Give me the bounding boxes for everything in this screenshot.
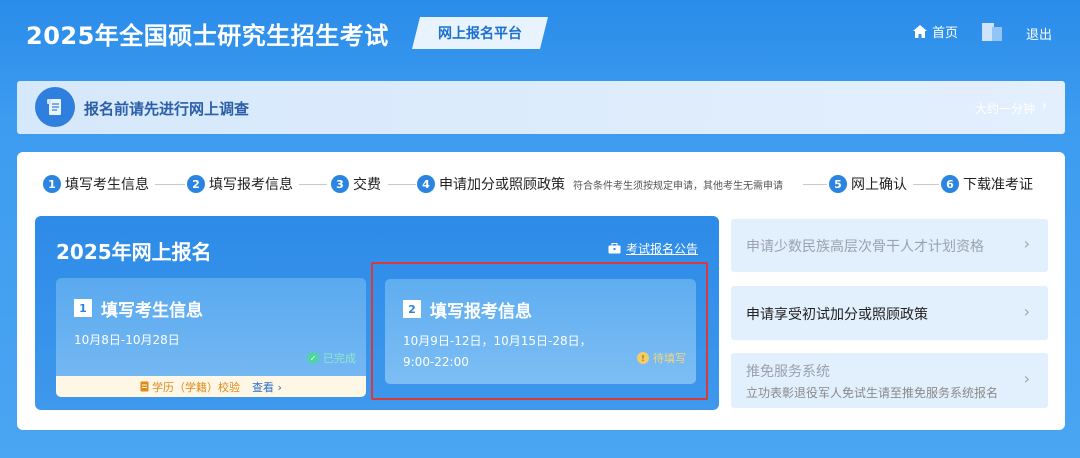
- registration-title: 2025年网上报名: [56, 240, 212, 264]
- card-date: 10月9日-12日，10月15日-28日， 9:00-22:00: [403, 331, 592, 373]
- status-text: 已完成: [323, 352, 356, 365]
- card-number: 1: [74, 299, 92, 317]
- side-item-title: 申请享受初试加分或照顾政策: [746, 307, 928, 323]
- step-number: 5: [829, 175, 847, 193]
- step-connector: [155, 184, 185, 185]
- home-link-label: 首页: [932, 26, 959, 41]
- exclamation-circle-icon: !: [637, 352, 649, 364]
- card-title: 填写考生信息: [101, 301, 203, 321]
- step-number: 3: [331, 175, 349, 193]
- exam-notice-label: 考试报名公告: [625, 242, 698, 256]
- step-1: 1 填写考生信息: [43, 174, 149, 194]
- status-badge: ✓ 已完成: [307, 350, 356, 366]
- survey-text: 报名前请先进行网上调查: [84, 100, 250, 118]
- status-text: 待填写: [653, 352, 686, 365]
- step-label: 申请加分或照顾政策: [439, 177, 565, 193]
- step-card-application-info[interactable]: 2 填写报考信息 10月9日-12日，10月15日-28日， 9:00-22:0…: [385, 279, 696, 384]
- user-avatar[interactable]: [982, 23, 1002, 41]
- step-label: 填写考生信息: [65, 177, 149, 193]
- step-5: 5 网上确认: [829, 174, 907, 194]
- chevron-right-icon: ›: [1041, 98, 1047, 114]
- step-number: 4: [417, 175, 435, 193]
- side-item-subtitle: 立功表彰退役军人免试生请至推免服务系统报名: [746, 386, 999, 400]
- step-label: 下载准考证: [963, 177, 1033, 193]
- check-circle-icon: ✓: [307, 352, 319, 364]
- chevron-right-icon: ›: [1023, 302, 1030, 321]
- step-number: 2: [187, 175, 205, 193]
- step-label: 网上确认: [851, 177, 907, 193]
- platform-tag-label: 网上报名平台: [438, 26, 522, 42]
- card-number: 2: [403, 300, 421, 318]
- verification-bar: 学历（学籍）校验 查看 ›: [56, 376, 366, 397]
- step-note: 符合条件考生须按规定申请，其他考生无需申请: [573, 180, 783, 192]
- step-number: 6: [941, 175, 959, 193]
- verify-label: 学历（学籍）校验: [140, 379, 240, 395]
- side-item-title: 申请少数民族高层次骨干人才计划资格: [746, 239, 984, 255]
- step-6: 6 下载准考证: [941, 174, 1033, 194]
- status-badge: ! 待填写: [637, 350, 686, 366]
- chevron-right-icon: ›: [1023, 369, 1030, 388]
- step-number: 1: [43, 175, 61, 193]
- scroll-icon: [35, 87, 75, 127]
- header: 2025年全国硕士研究生招生考试 网上报名平台 首页 退出: [0, 0, 1080, 66]
- main-card: 1 填写考生信息 2 填写报考信息 3 交费 4 申请加分或照顾政策 符合条件考…: [17, 152, 1065, 430]
- step-connector: [803, 184, 827, 185]
- chevron-right-icon: ›: [1023, 234, 1030, 253]
- logout-link[interactable]: 退出: [1026, 24, 1052, 43]
- home-link[interactable]: 首页: [912, 22, 958, 41]
- step-4: 4 申请加分或照顾政策 符合条件考生须按规定申请，其他考生无需申请: [417, 174, 783, 194]
- recommendation-system-item[interactable]: 推免服务系统 立功表彰退役军人免试生请至推免服务系统报名 ›: [731, 353, 1048, 408]
- verify-label-text: 学历（学籍）校验: [152, 380, 241, 394]
- step-progress: 1 填写考生信息 2 填写报考信息 3 交费 4 申请加分或照顾政策 符合条件考…: [43, 174, 1053, 194]
- site-title: 2025年全国硕士研究生招生考试: [26, 22, 389, 50]
- step-3: 3 交费: [331, 174, 381, 194]
- card-title: 填写报考信息: [430, 302, 532, 322]
- home-icon: [913, 25, 927, 38]
- survey-banner[interactable]: 报名前请先进行网上调查 大约一分钟 ›: [17, 81, 1065, 134]
- card-time-line: 9:00-22:00: [403, 355, 469, 369]
- step-connector: [388, 184, 416, 185]
- briefcase-icon: [608, 243, 621, 254]
- platform-tag: 网上报名平台: [412, 17, 548, 49]
- step-card-candidate-info[interactable]: 1 填写考生信息 10月8日-10月28日 ✓ 已完成 学历（学籍）校验 查看 …: [56, 278, 366, 397]
- ethnic-minority-program-item[interactable]: 申请少数民族高层次骨干人才计划资格 ›: [731, 219, 1048, 272]
- step-connector: [299, 184, 327, 185]
- side-item-title: 推免服务系统: [746, 364, 830, 380]
- exam-notice-link[interactable]: 考试报名公告: [608, 240, 698, 257]
- step-label: 交费: [353, 177, 381, 193]
- registration-panel: 2025年网上报名 考试报名公告 1 填写考生信息 10月8日-10月28日 ✓…: [35, 216, 719, 410]
- card-date-line: 10月9日-12日，10月15日-28日，: [403, 334, 592, 348]
- document-icon: [140, 381, 149, 392]
- step-label: 填写报考信息: [209, 177, 293, 193]
- bonus-points-policy-item[interactable]: 申请享受初试加分或照顾政策 ›: [731, 286, 1048, 340]
- step-2: 2 填写报考信息: [187, 174, 293, 194]
- survey-time: 大约一分钟: [974, 102, 1035, 116]
- step-connector: [913, 184, 939, 185]
- card-date: 10月8日-10月28日: [74, 333, 180, 347]
- view-link[interactable]: 查看 ›: [252, 379, 282, 395]
